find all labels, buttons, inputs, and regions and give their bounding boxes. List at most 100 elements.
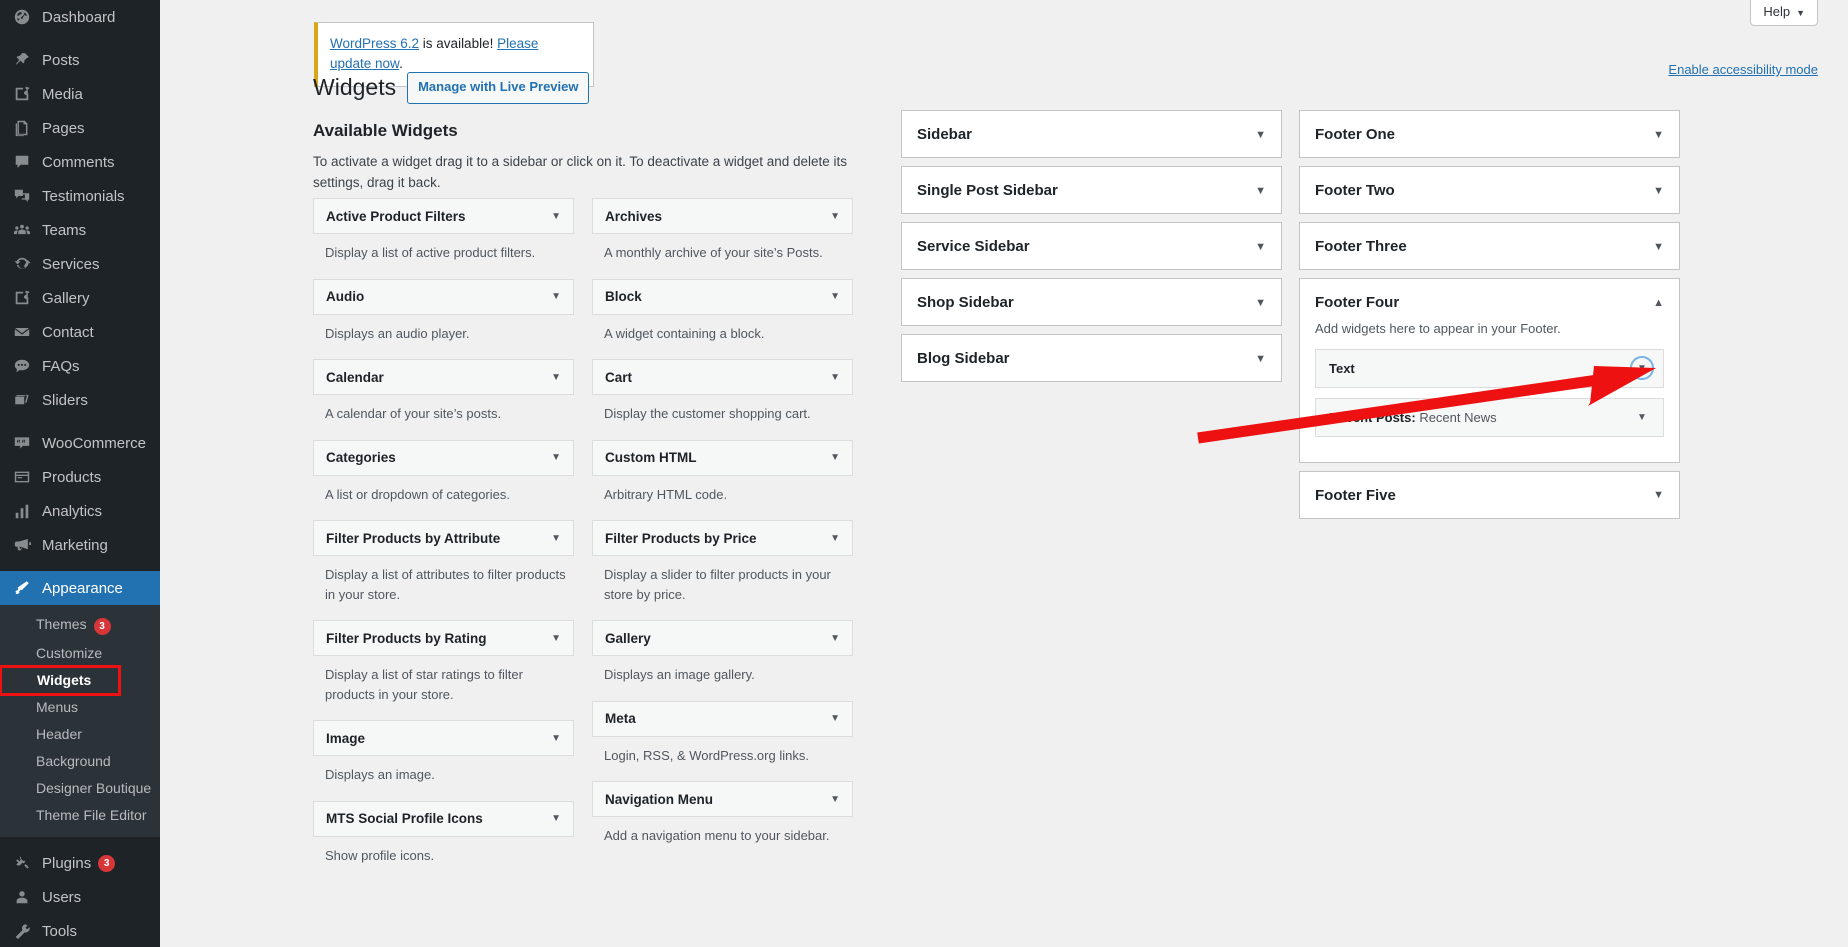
sidebar-item-pages[interactable]: Pages xyxy=(0,111,160,145)
submenu-item-background[interactable]: Background xyxy=(0,748,160,775)
submenu-item-menus[interactable]: Menus xyxy=(0,694,160,721)
chevron-down-icon[interactable]: ▼ xyxy=(551,372,561,383)
chevron-down-icon[interactable]: ▼ xyxy=(830,452,840,463)
available-widget-header[interactable]: Image ▼ xyxy=(313,720,574,756)
submenu-item-customize[interactable]: Customize xyxy=(0,640,160,667)
widget-area-header[interactable]: Single Post Sidebar ▼ xyxy=(902,167,1281,213)
placed-widget[interactable]: Text ▼ xyxy=(1315,348,1664,388)
widget-area-header[interactable]: Shop Sidebar ▼ xyxy=(902,279,1281,325)
available-widget-header[interactable]: Filter Products by Attribute ▼ xyxy=(313,520,574,556)
widget-area-header[interactable]: Sidebar ▼ xyxy=(902,111,1281,157)
sidebar-item-testimonials[interactable]: Testimonials xyxy=(0,179,160,213)
available-widget-header[interactable]: MTS Social Profile Icons ▼ xyxy=(313,800,574,837)
chevron-down-icon[interactable]: ▼ xyxy=(551,633,561,644)
widget-area-title: Blog Sidebar xyxy=(917,350,1010,367)
available-widget-header[interactable]: Cart ▼ xyxy=(592,359,853,395)
chevron-down-icon[interactable]: ▼ xyxy=(551,291,561,302)
sidebar-item-posts[interactable]: Posts xyxy=(0,43,160,77)
enable-accessibility-mode-link[interactable]: Enable accessibility mode xyxy=(1668,62,1818,77)
sidebar-item-appearance[interactable]: Appearance xyxy=(0,571,160,605)
chevron-down-icon[interactable]: ▼ xyxy=(1653,489,1664,501)
chevron-down-icon[interactable]: ▼ xyxy=(830,794,840,805)
sidebar-item-plugins[interactable]: Plugins 3 xyxy=(0,846,160,880)
sidebar-item-sliders[interactable]: Sliders xyxy=(0,383,160,417)
available-widget-header[interactable]: Block ▼ xyxy=(592,278,853,315)
admin-sidebar[interactable]: Dashboard Posts Media Pages Comments Testimon… xyxy=(0,0,160,947)
chevron-down-icon[interactable]: ▼ xyxy=(1653,129,1664,141)
sidebar-item-users[interactable]: Users xyxy=(0,880,160,914)
sidebar-item-gallery[interactable]: Gallery xyxy=(0,281,160,315)
sidebar-item-analytics[interactable]: Analytics xyxy=(0,494,160,528)
sidebars-column-1: Sidebar ▼ Single Post Sidebar ▼ Service Side… xyxy=(901,110,1282,390)
chevron-down-icon[interactable]: ▼ xyxy=(551,211,561,222)
widget-area-header[interactable]: Footer One ▼ xyxy=(1300,111,1679,157)
available-widget-header[interactable]: Archives ▼ xyxy=(592,198,853,234)
sidebar-item-woocommerce[interactable]: WooCommerce xyxy=(0,426,160,460)
chevron-down-icon[interactable]: ▼ xyxy=(551,733,561,744)
widget-area-header[interactable]: Service Sidebar ▼ xyxy=(902,223,1281,269)
placed-widget[interactable]: Recent Posts: Recent News ▼ xyxy=(1315,397,1664,437)
available-widget-header[interactable]: Active Product Filters ▼ xyxy=(313,198,574,234)
available-widget: Filter Products by Attribute ▼ Display a l… xyxy=(313,520,574,612)
widget-area-header[interactable]: Footer Two ▼ xyxy=(1300,167,1679,213)
sidebar-item-comments[interactable]: Comments xyxy=(0,145,160,179)
manage-with-live-preview-button[interactable]: Manage with Live Preview xyxy=(407,72,590,104)
chevron-down-icon[interactable]: ▼ xyxy=(551,452,561,463)
available-widget-header[interactable]: Audio ▼ xyxy=(313,278,574,315)
sidebar-item-teams[interactable]: Teams xyxy=(0,213,160,247)
placed-widget-toggle-icon[interactable]: ▼ xyxy=(1631,406,1653,428)
widget-area-header[interactable]: Blog Sidebar ▼ xyxy=(902,335,1281,381)
chevron-down-icon[interactable]: ▼ xyxy=(1255,185,1266,197)
widget-area-title: Footer Two xyxy=(1315,182,1395,199)
sidebar-item-label: Tools xyxy=(42,922,78,940)
submenu-item-designer-boutique[interactable]: Designer Boutique xyxy=(0,775,160,802)
chevron-down-icon[interactable]: ▼ xyxy=(830,713,840,724)
chevron-down-icon[interactable]: ▼ xyxy=(830,633,840,644)
chevron-down-icon[interactable]: ▼ xyxy=(830,372,840,383)
submenu-item-label: Header xyxy=(36,726,82,742)
placed-widget-toggle-icon[interactable]: ▼ xyxy=(1631,357,1653,379)
available-widget-header[interactable]: Filter Products by Rating ▼ xyxy=(313,620,574,656)
sidebar-item-dashboard[interactable]: Dashboard xyxy=(0,0,160,34)
wordpress-version-link[interactable]: WordPress 6.2 xyxy=(330,36,419,51)
chevron-down-icon[interactable]: ▼ xyxy=(1255,353,1266,365)
available-widget: Cart ▼ Display the customer shopping cart. xyxy=(592,359,853,432)
available-widget: Categories ▼ A list or dropdown of categor… xyxy=(313,439,574,513)
sidebar-item-marketing[interactable]: Marketing xyxy=(0,528,160,562)
submenu-item-themes[interactable]: Themes 3 xyxy=(0,611,160,640)
chevron-up-icon[interactable]: ▲ xyxy=(1653,297,1664,309)
chevron-down-icon[interactable]: ▼ xyxy=(1255,241,1266,253)
sidebar-item-tools[interactable]: Tools xyxy=(0,914,160,947)
available-widget-header[interactable]: Custom HTML ▼ xyxy=(592,439,853,476)
available-widget-header[interactable]: Calendar ▼ xyxy=(313,359,574,395)
sidebar-item-products[interactable]: Products xyxy=(0,460,160,494)
chevron-down-icon[interactable]: ▼ xyxy=(830,291,840,302)
widget-area-header[interactable]: Footer Three ▼ xyxy=(1300,223,1679,269)
chevron-down-icon[interactable]: ▼ xyxy=(551,533,561,544)
help-button[interactable]: Help ▼ xyxy=(1750,0,1818,26)
chevron-down-icon[interactable]: ▼ xyxy=(1255,297,1266,309)
available-widget-header[interactable]: Categories ▼ xyxy=(313,439,574,476)
plugins-icon xyxy=(10,853,34,873)
submenu-item-theme-file-editor[interactable]: Theme File Editor xyxy=(0,802,160,829)
sidebar-item-contact[interactable]: Contact xyxy=(0,315,160,349)
sidebar-item-faqs[interactable]: FAQs xyxy=(0,349,160,383)
available-widget-header[interactable]: Meta ▼ xyxy=(592,700,853,737)
submenu-item-header[interactable]: Header xyxy=(0,721,160,748)
chevron-down-icon[interactable]: ▼ xyxy=(551,813,561,824)
chevron-down-icon[interactable]: ▼ xyxy=(1653,185,1664,197)
widget-area-header[interactable]: Footer Five ▼ xyxy=(1300,472,1679,518)
submenu-item-widgets[interactable]: Widgets xyxy=(0,665,121,696)
available-widget-name: Active Product Filters xyxy=(326,208,466,224)
available-widget-header[interactable]: Filter Products by Price ▼ xyxy=(592,520,853,556)
chevron-down-icon[interactable]: ▼ xyxy=(1255,129,1266,141)
available-widget-header[interactable]: Navigation Menu ▼ xyxy=(592,781,853,817)
chevron-down-icon[interactable]: ▼ xyxy=(830,533,840,544)
chevron-down-icon[interactable]: ▼ xyxy=(830,211,840,222)
sidebar-item-media[interactable]: Media xyxy=(0,77,160,111)
sidebar-item-services[interactable]: Services xyxy=(0,247,160,281)
media-icon xyxy=(10,84,34,104)
chevron-down-icon[interactable]: ▼ xyxy=(1653,241,1664,253)
available-widget-header[interactable]: Gallery ▼ xyxy=(592,620,853,656)
sidebar-item-label: Testimonials xyxy=(42,187,125,205)
